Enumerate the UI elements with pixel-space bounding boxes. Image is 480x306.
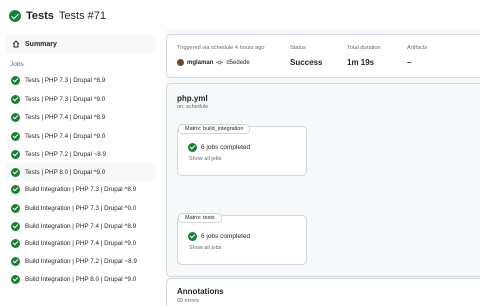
job-item[interactable]: Tests | PHP 8.0 | Drupal ^9.0 — [6, 163, 156, 181]
workflow-trigger: on: schedule — [177, 104, 209, 110]
job-label: Build Integration | PHP 7.2 | Drupal ~8.… — [25, 257, 137, 265]
success-check-icon — [11, 75, 20, 85]
success-check-icon — [11, 256, 20, 266]
job-item[interactable]: Build Integration | PHP 7.4 | Drupal ^8.… — [6, 217, 156, 235]
success-check-icon — [11, 221, 20, 231]
main-panel: Triggered via schedule 4 hours ago mglam… — [166, 30, 480, 306]
job-item[interactable]: Build Integration | PHP 8.0 | Drupal ^9.… — [6, 270, 156, 288]
success-check-icon — [11, 203, 20, 213]
job-label: Build Integration | PHP 7.4 | Drupal ^8.… — [25, 222, 137, 230]
success-check-icon — [11, 184, 20, 194]
job-item[interactable]: Build Integration | PHP 7.2 | Drupal ~8.… — [6, 252, 156, 270]
job-item[interactable]: Tests | PHP 7.3 | Drupal ^8.9 — [6, 71, 156, 89]
job-label: Build Integration | PHP 7.3 | Drupal ^9.… — [25, 204, 137, 212]
sidebar-item-label: Summary — [25, 40, 57, 48]
job-item[interactable]: Tests | PHP 7.3 | Drupal ^9.0 — [6, 90, 156, 108]
success-check-icon — [11, 149, 20, 159]
home-icon — [12, 40, 20, 48]
job-item[interactable]: Tests | PHP 7.4 | Drupal ^8.9 — [6, 108, 156, 126]
success-check-icon — [9, 10, 21, 22]
matrix-header: Matrix: tests — [178, 213, 222, 223]
duration-value: 1m 19s — [347, 58, 375, 67]
job-item[interactable]: Build Integration | PHP 7.4 | Drupal ^9.… — [6, 234, 156, 252]
matrix-card[interactable]: Matrix: tests 6 jobs completed Show all … — [177, 213, 307, 265]
sidebar: Summary Jobs Tests | PHP 7.3 | Drupal ^8… — [0, 30, 162, 306]
actor-link[interactable]: mglaman — [187, 60, 213, 66]
matrix-status: 6 jobs completed — [188, 232, 250, 241]
matrix-status: 6 jobs completed — [188, 143, 250, 152]
workflow-graph: php.yml on: schedule Matrix: build_integ… — [166, 83, 480, 277]
annotations-title: Annotations — [177, 287, 224, 296]
job-label: Build Integration | PHP 8.0 | Drupal ^9.… — [25, 275, 137, 283]
trigger-label: Triggered via schedule 4 hours ago — [177, 45, 265, 51]
status-value: Success — [290, 58, 323, 67]
success-check-icon — [188, 143, 197, 152]
job-label: Tests | PHP 7.2 | Drupal ~8.9 — [25, 150, 107, 158]
artifacts-value: – — [407, 58, 412, 67]
matrix-status-text: 6 jobs completed — [201, 233, 251, 240]
run-title: Tests #71 — [58, 10, 107, 22]
job-label: Build Integration | PHP 7.4 | Drupal ^9.… — [25, 239, 137, 247]
jobs-heading: Jobs — [10, 61, 24, 68]
annotations-card: Annotations 60 errors — [166, 278, 480, 306]
job-item[interactable]: Tests | PHP 7.4 | Drupal ^9.0 — [6, 127, 156, 145]
show-all-jobs-link[interactable]: Show all jobs — [189, 156, 221, 162]
actor-commit: mglaman d5edede — [177, 59, 250, 66]
commit-icon — [216, 60, 224, 65]
job-item[interactable]: Tests | PHP 7.2 | Drupal ~8.9 — [6, 145, 156, 163]
duration-label: Total duration — [347, 45, 381, 51]
job-label: Tests | PHP 7.4 | Drupal ^8.9 — [25, 113, 106, 121]
job-label: Tests | PHP 7.4 | Drupal ^9.0 — [25, 132, 106, 140]
show-all-jobs-link[interactable]: Show all jobs — [189, 245, 221, 251]
job-item[interactable]: Build Integration | PHP 7.3 | Drupal ^9.… — [6, 199, 156, 217]
success-check-icon — [188, 232, 197, 241]
artifacts-label: Artifacts — [407, 45, 428, 51]
matrix-header: Matrix: build_integration — [178, 124, 251, 134]
job-item[interactable]: Build Integration | PHP 7.3 | Drupal ^8.… — [6, 180, 156, 198]
success-check-icon — [11, 238, 20, 248]
workflow-name: Tests — [26, 10, 54, 22]
job-label: Tests | PHP 7.3 | Drupal ^8.9 — [25, 76, 106, 84]
job-label: Tests | PHP 7.3 | Drupal ^9.0 — [25, 95, 106, 103]
status-label: Status — [290, 45, 306, 51]
matrix-status-text: 6 jobs completed — [201, 144, 251, 151]
success-check-icon — [11, 94, 20, 104]
matrix-card[interactable]: Matrix: build_integration 6 jobs complet… — [177, 124, 307, 176]
annotations-count: 60 errors — [177, 298, 200, 304]
run-header: Tests Tests #71 — [9, 9, 106, 23]
success-check-icon — [11, 112, 20, 122]
sidebar-item-summary[interactable]: Summary — [6, 35, 156, 53]
commit-link[interactable]: d5edede — [226, 60, 249, 66]
avatar — [177, 59, 184, 66]
success-check-icon — [11, 131, 20, 141]
success-check-icon — [11, 167, 20, 177]
workflow-file-title: php.yml — [177, 94, 208, 103]
job-label: Build Integration | PHP 7.3 | Drupal ^8.… — [25, 185, 137, 193]
run-summary-card: Triggered via schedule 4 hours ago mglam… — [166, 34, 480, 78]
success-check-icon — [11, 274, 20, 284]
job-label: Tests | PHP 8.0 | Drupal ^9.0 — [25, 168, 106, 176]
